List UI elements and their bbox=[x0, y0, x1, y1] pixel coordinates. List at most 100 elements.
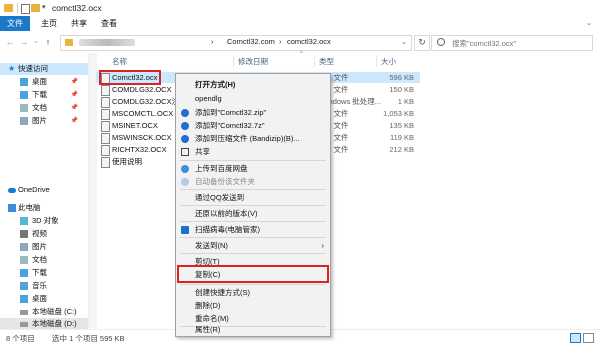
menu-separator bbox=[180, 189, 326, 190]
selection-info: 选中 1 个项目 595 KB bbox=[52, 334, 125, 343]
menu-separator bbox=[180, 253, 326, 254]
menu-item-send-to[interactable]: 发送到(N) › bbox=[176, 239, 330, 252]
pin-icon[interactable]: 📌 bbox=[71, 76, 78, 88]
cloud-icon bbox=[8, 188, 16, 193]
documents-folder-icon bbox=[20, 256, 28, 264]
menu-item-send-via-qq[interactable]: 通过QQ发送到 bbox=[176, 191, 330, 204]
nav-item-desktop[interactable]: 桌面 bbox=[0, 293, 88, 305]
highlight-box-file bbox=[99, 70, 161, 85]
column-header-name[interactable]: 名称 bbox=[112, 56, 127, 67]
address-dropdown-icon[interactable]: ⌄ bbox=[401, 37, 407, 46]
large-icons-view-icon[interactable] bbox=[583, 333, 594, 343]
recent-dropdown-icon[interactable]: ⌄ bbox=[30, 36, 42, 48]
menu-item-add-to-archive[interactable]: 添加到压缩文件 (Bandizip)(B)... bbox=[176, 132, 330, 145]
breadcrumb-item[interactable]: Comctl32.com bbox=[227, 37, 275, 46]
navigation-pane: ★ 快速访问 桌面 📌 下载 📌 文档 📌 图片 📌 OneDrive 此电脑 … bbox=[0, 53, 88, 330]
properties-icon[interactable] bbox=[21, 4, 30, 14]
menu-item-virus-scan[interactable]: 扫描病毒(电脑管家) bbox=[176, 223, 330, 236]
column-header-type[interactable]: 类型 bbox=[319, 56, 334, 67]
menu-separator bbox=[180, 205, 326, 206]
star-icon: ★ bbox=[8, 64, 16, 73]
menu-item-share[interactable]: 共享 bbox=[176, 145, 330, 158]
file-icon bbox=[101, 145, 110, 156]
menu-separator bbox=[180, 221, 326, 222]
nav-item-onedrive[interactable]: OneDrive bbox=[0, 184, 88, 196]
item-count: 8 个项目 bbox=[6, 334, 35, 343]
back-arrow-icon[interactable]: ← bbox=[4, 36, 16, 48]
column-header-date[interactable]: 修改日期 bbox=[238, 56, 268, 67]
menu-item-add-to-7z[interactable]: 添加到"Comctl32.7z" bbox=[176, 119, 330, 132]
pin-icon[interactable]: 📌 bbox=[71, 102, 78, 114]
bandizip-icon bbox=[181, 109, 189, 117]
address-bar[interactable]: › Comctl32.com › comctl32.ocx ⌄ bbox=[60, 35, 412, 51]
nav-item-documents[interactable]: 文档 bbox=[0, 254, 88, 266]
drive-icon bbox=[20, 322, 28, 327]
nav-item-this-pc[interactable]: 此电脑 bbox=[0, 202, 88, 214]
file-icon bbox=[101, 133, 110, 144]
file-icon bbox=[101, 109, 110, 120]
batch-file-icon bbox=[101, 97, 110, 108]
tab-share[interactable]: 共享 bbox=[66, 16, 92, 31]
menu-item-open-with[interactable]: 打开方式(H) bbox=[176, 78, 330, 91]
baidu-cloud-icon bbox=[181, 165, 189, 173]
new-folder-icon[interactable] bbox=[31, 4, 40, 12]
desktop-folder-icon bbox=[20, 295, 28, 303]
nav-item-pictures[interactable]: 图片 📌 bbox=[0, 115, 88, 127]
menu-item-delete[interactable]: 删除(D) bbox=[176, 299, 330, 312]
tab-file[interactable]: 文件 bbox=[0, 16, 30, 31]
column-divider[interactable] bbox=[376, 55, 377, 67]
menu-item-restore-versions[interactable]: 还原以前的版本(V) bbox=[176, 207, 330, 220]
nav-item-downloads[interactable]: 下载 📌 bbox=[0, 89, 88, 101]
menu-item-upload-baidu[interactable]: 上传到百度网盘 bbox=[176, 162, 330, 175]
nav-item-pictures[interactable]: 图片 bbox=[0, 241, 88, 253]
nav-item-videos[interactable]: 视频 bbox=[0, 228, 88, 240]
bandizip-icon bbox=[181, 135, 189, 143]
nav-item-desktop[interactable]: 桌面 📌 bbox=[0, 76, 88, 88]
tab-view[interactable]: 查看 bbox=[96, 16, 122, 31]
menu-item-create-shortcut[interactable]: 创建快捷方式(S) bbox=[176, 286, 330, 299]
nav-item-3d-objects[interactable]: 3D 对象 bbox=[0, 215, 88, 227]
forward-arrow-icon[interactable]: → bbox=[18, 36, 30, 48]
menu-item-opendlg[interactable]: opendlg bbox=[176, 92, 330, 105]
column-header-size[interactable]: 大小 bbox=[381, 56, 396, 67]
computer-icon bbox=[8, 204, 16, 212]
up-arrow-icon[interactable]: ↑ bbox=[42, 36, 54, 48]
file-icon bbox=[101, 85, 110, 96]
search-input[interactable]: 搜索"comctl32.ocx" bbox=[431, 35, 593, 51]
folder-icon bbox=[65, 39, 73, 46]
pin-icon[interactable]: 📌 bbox=[71, 115, 78, 127]
download-folder-icon bbox=[20, 269, 28, 277]
sort-up-icon: ^ bbox=[300, 51, 303, 57]
tab-home[interactable]: 主页 bbox=[36, 16, 62, 31]
breadcrumb-item[interactable]: comctl32.ocx bbox=[287, 37, 331, 46]
menu-item-properties[interactable]: 属性(R) bbox=[176, 323, 330, 336]
menu-item-auto-backup: 自动备份该文件夹 bbox=[176, 175, 330, 188]
column-divider[interactable] bbox=[233, 55, 234, 67]
details-view-icon[interactable] bbox=[570, 333, 581, 343]
nav-item-documents[interactable]: 文档 📌 bbox=[0, 102, 88, 114]
nav-item-downloads[interactable]: 下载 bbox=[0, 267, 88, 279]
nav-item-quick-access[interactable]: ★ 快速访问 bbox=[0, 63, 88, 75]
title-separator bbox=[17, 3, 18, 13]
context-menu: 打开方式(H) opendlg 添加到"Comctl32.zip" 添加到"Co… bbox=[175, 73, 331, 337]
column-divider[interactable] bbox=[314, 55, 315, 67]
highlight-box-copy bbox=[177, 265, 329, 283]
quick-access-dropdown-icon[interactable]: ▾ bbox=[42, 3, 46, 11]
refresh-icon[interactable]: ↻ bbox=[414, 35, 430, 51]
menu-separator bbox=[180, 237, 326, 238]
bandizip-icon bbox=[181, 122, 189, 130]
ribbon-expand-icon[interactable]: ⌄ bbox=[586, 19, 594, 27]
3d-objects-icon bbox=[20, 217, 28, 225]
download-folder-icon bbox=[20, 91, 28, 99]
nav-item-music[interactable]: 音乐 bbox=[0, 280, 88, 292]
pin-icon[interactable]: 📌 bbox=[71, 89, 78, 101]
submenu-arrow-icon: › bbox=[321, 241, 324, 250]
desktop-folder-icon bbox=[20, 78, 28, 86]
pictures-folder-icon bbox=[20, 117, 28, 125]
text-file-icon bbox=[101, 157, 110, 168]
menu-item-add-to-zip[interactable]: 添加到"Comctl32.zip" bbox=[176, 106, 330, 119]
search-icon bbox=[437, 38, 445, 46]
nav-item-drive-c[interactable]: 本地磁盘 (C:) bbox=[0, 306, 88, 318]
baidu-cloud-icon bbox=[181, 178, 189, 186]
shield-icon bbox=[181, 226, 189, 234]
